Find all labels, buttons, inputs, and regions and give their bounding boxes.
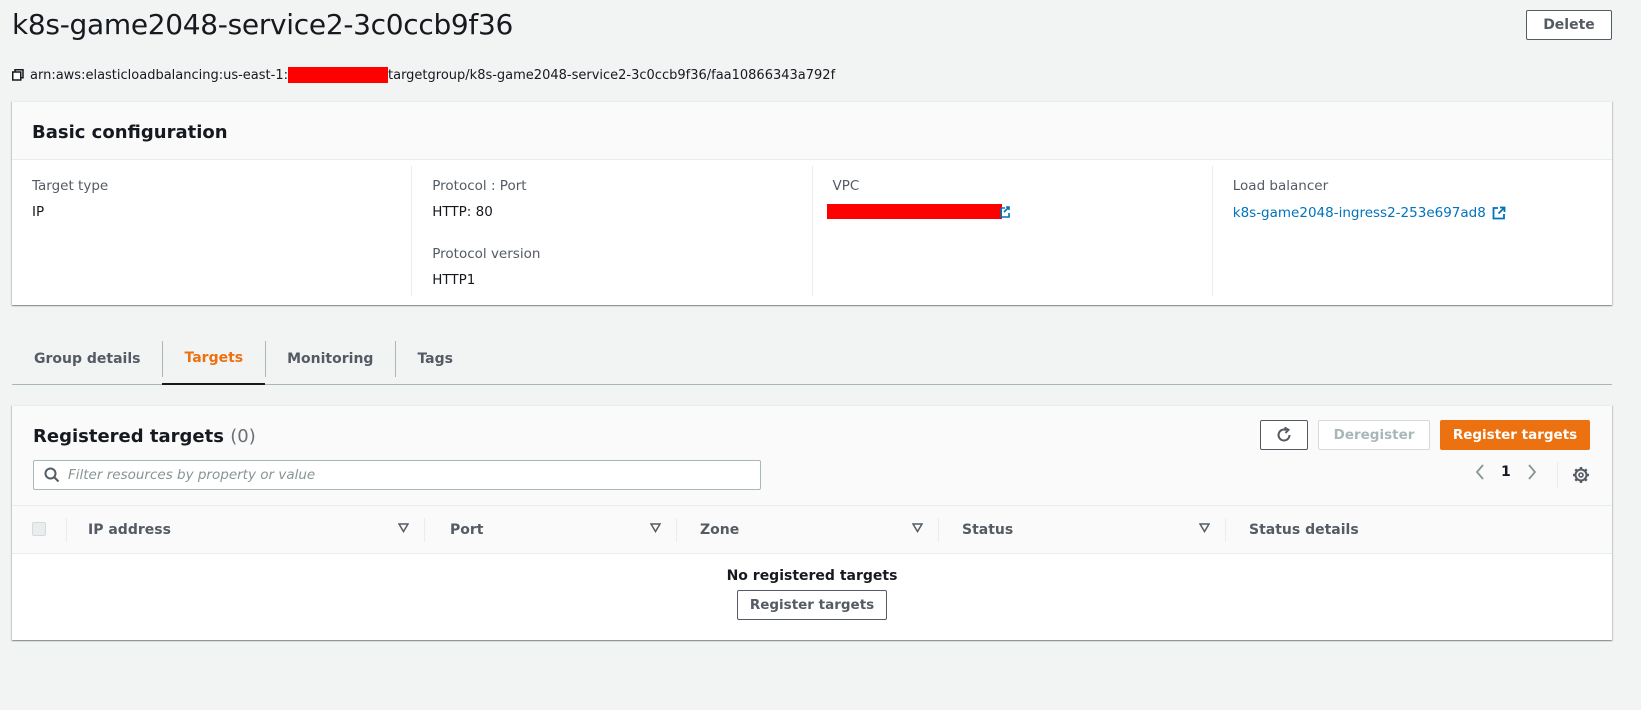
column-divider xyxy=(424,518,425,542)
pagination: 1 xyxy=(1475,464,1537,480)
gear-icon[interactable] xyxy=(1572,466,1590,484)
protocol-version-value: HTTP1 xyxy=(432,272,476,288)
sort-caret-icon[interactable] xyxy=(398,523,409,533)
refresh-icon xyxy=(1277,426,1291,442)
target-type-label: Target type xyxy=(32,178,109,194)
column-header-status-details: Status details xyxy=(1249,522,1359,538)
delete-button[interactable]: Delete xyxy=(1526,10,1612,40)
select-all-checkbox[interactable] xyxy=(32,522,46,536)
tab-tags[interactable]: Tags xyxy=(395,333,475,385)
vpc-column: VPC xyxy=(811,166,1212,296)
column-header-zone[interactable]: Zone xyxy=(700,506,739,554)
column-divider xyxy=(938,518,939,542)
redacted-vpc-id xyxy=(826,204,1002,219)
load-balancer-column: Load balancer k8s-game2048-ingress2-253e… xyxy=(1211,166,1612,296)
pager-divider xyxy=(1557,462,1558,488)
chevron-right-icon[interactable] xyxy=(1527,464,1537,480)
protocol-port-label: Protocol : Port xyxy=(432,178,527,194)
external-link-icon xyxy=(1492,206,1506,220)
empty-state-text: No registered targets xyxy=(726,568,898,584)
page-number[interactable]: 1 xyxy=(1501,464,1511,480)
vpc-link[interactable] xyxy=(826,204,1192,219)
tab-bar: Group details Targets Monitoring Tags xyxy=(12,333,1612,385)
filter-input[interactable] xyxy=(68,467,728,483)
sort-caret-icon[interactable] xyxy=(650,523,661,533)
empty-register-targets-button[interactable]: Register targets xyxy=(737,590,887,620)
vpc-label: VPC xyxy=(832,178,860,194)
target-type-column: Target type IP xyxy=(12,166,411,296)
tab-targets[interactable]: Targets xyxy=(162,333,266,385)
deregister-button[interactable]: Deregister xyxy=(1318,420,1430,450)
sort-caret-icon[interactable] xyxy=(1199,523,1210,533)
table-header: IP address Port Zone Status Status detai… xyxy=(12,506,1612,554)
refresh-button[interactable] xyxy=(1260,420,1308,450)
registered-targets-panel: Registered targets (0) Deregister Regist… xyxy=(12,405,1612,640)
page-title: k8s-game2048-service2-3c0ccb9f36 xyxy=(12,8,514,41)
tab-monitoring[interactable]: Monitoring xyxy=(265,333,395,385)
register-targets-button[interactable]: Register targets xyxy=(1440,420,1590,450)
arn-suffix: targetgroup/k8s-game2048-service2-3c0ccb… xyxy=(388,67,836,83)
column-divider xyxy=(676,518,677,542)
redacted-account-id xyxy=(288,67,388,83)
copy-icon[interactable] xyxy=(12,69,24,81)
filter-box xyxy=(33,460,761,490)
target-type-value: IP xyxy=(32,204,45,220)
load-balancer-name: k8s-game2048-ingress2-253e697ad8 xyxy=(1232,205,1486,221)
registered-targets-title-text: Registered targets xyxy=(33,426,224,447)
column-header-ip-address[interactable]: IP address xyxy=(88,506,171,554)
protocol-version-label: Protocol version xyxy=(432,246,541,262)
column-header-port[interactable]: Port xyxy=(450,506,483,554)
column-header-status[interactable]: Status xyxy=(962,506,1013,554)
load-balancer-link[interactable]: k8s-game2048-ingress2-253e697ad8 xyxy=(1233,205,1506,221)
tab-group-details[interactable]: Group details xyxy=(12,333,162,385)
chevron-left-icon[interactable] xyxy=(1475,464,1485,480)
basic-configuration-panel: Basic configuration Target type IP Proto… xyxy=(12,101,1612,305)
registered-targets-header: Registered targets (0) Deregister Regist… xyxy=(12,406,1612,506)
protocol-column: Protocol : Port HTTP: 80 Protocol versio… xyxy=(411,166,811,296)
registered-targets-title: Registered targets (0) xyxy=(33,426,256,447)
search-icon xyxy=(44,467,60,483)
protocol-port-value: HTTP: 80 xyxy=(432,204,493,220)
basic-configuration-header: Basic configuration xyxy=(12,102,1612,160)
sort-caret-icon[interactable] xyxy=(912,523,923,533)
arn-row: arn:aws:elasticloadbalancing:us-east-1: … xyxy=(12,67,835,83)
load-balancer-label: Load balancer xyxy=(1232,178,1329,194)
registered-targets-count: (0) xyxy=(230,426,256,447)
empty-state: No registered targets Register targets xyxy=(12,554,1612,620)
external-link-icon xyxy=(999,205,1010,218)
column-divider xyxy=(1225,518,1226,542)
column-divider xyxy=(66,518,67,542)
basic-configuration-title: Basic configuration xyxy=(32,122,228,143)
arn-prefix: arn:aws:elasticloadbalancing:us-east-1: xyxy=(30,67,288,83)
